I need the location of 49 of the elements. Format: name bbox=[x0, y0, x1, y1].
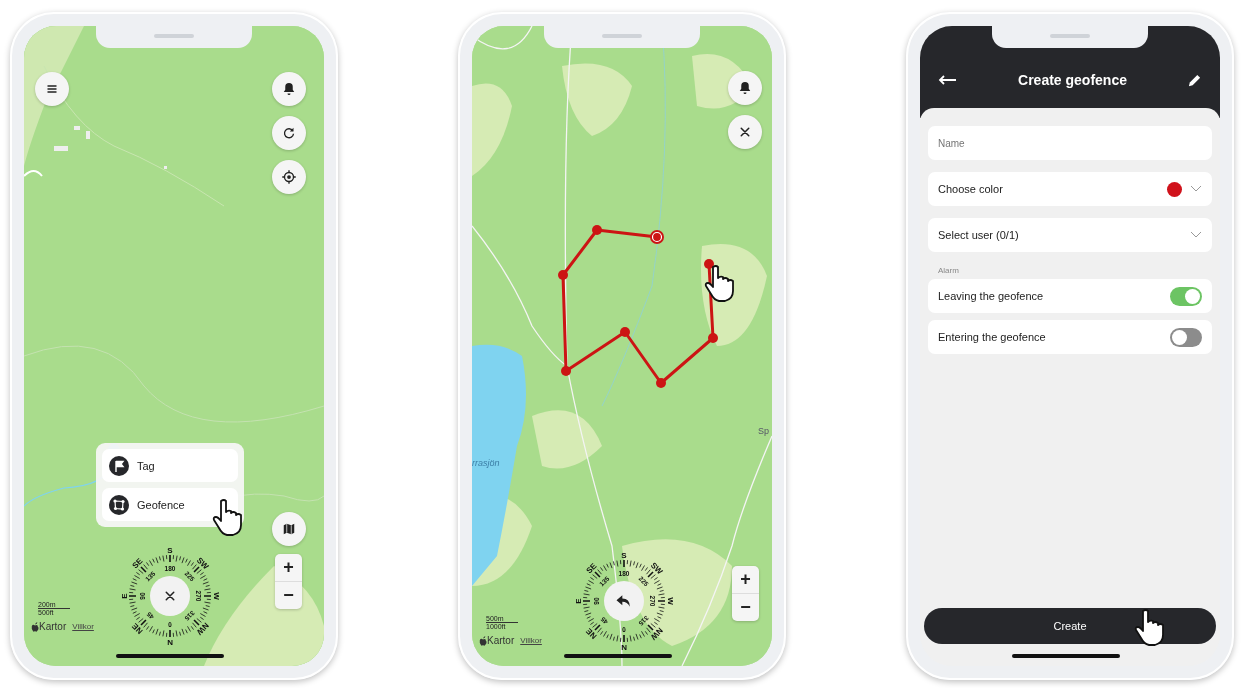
toggle-label: Leaving the geofence bbox=[938, 290, 1045, 302]
compass-direction: E bbox=[574, 598, 583, 604]
section-label: Alarm bbox=[938, 266, 960, 275]
toggle-switch[interactable] bbox=[1170, 286, 1202, 306]
menu-item[interactable]: Geofence bbox=[102, 488, 238, 521]
dropdown-field[interactable]: Choose color bbox=[928, 172, 1212, 206]
compass-direction: SW bbox=[194, 555, 211, 572]
compass-direction: W bbox=[665, 597, 674, 605]
compass-direction: E bbox=[120, 593, 129, 599]
apple-logo-icon bbox=[479, 635, 487, 646]
compass-direction: NW bbox=[648, 625, 665, 642]
hand-pointer-icon bbox=[1132, 608, 1166, 648]
place-label: rrasjön bbox=[472, 458, 500, 468]
toggle-label: Entering the geofence bbox=[938, 331, 1047, 343]
hand-pointer-icon bbox=[702, 264, 736, 304]
terms-link[interactable]: Villkor bbox=[520, 636, 542, 645]
polygon-icon bbox=[109, 494, 129, 515]
compass-direction: N bbox=[167, 637, 173, 646]
zoom-out-button[interactable]: − bbox=[732, 593, 759, 621]
compass-direction: SE bbox=[584, 561, 599, 576]
compass-direction: S bbox=[167, 546, 173, 555]
compass-direction: NW bbox=[194, 620, 211, 637]
compass-direction: N bbox=[621, 642, 627, 651]
screen-title: Create geofence bbox=[1018, 72, 1127, 88]
dropdown-field[interactable]: Select user (0/1) bbox=[928, 218, 1212, 252]
zoom-out-button[interactable]: − bbox=[275, 581, 302, 609]
map-brand: Kartor bbox=[31, 621, 67, 632]
terms-link[interactable]: Villkor bbox=[72, 622, 94, 631]
compass-direction: S bbox=[621, 551, 627, 560]
flag-icon bbox=[109, 455, 129, 476]
compass-direction: SE bbox=[130, 556, 145, 571]
map-brand: Kartor bbox=[479, 635, 515, 646]
zoom-in-button[interactable]: + bbox=[275, 554, 302, 581]
pencil-icon[interactable] bbox=[1187, 72, 1202, 88]
compass-direction: NE bbox=[130, 621, 145, 636]
place-label: Sp bbox=[758, 426, 769, 436]
crosshair-icon bbox=[280, 168, 298, 186]
chevron-down-icon bbox=[1190, 231, 1202, 239]
compass-direction: W bbox=[211, 592, 220, 600]
toggle-switch[interactable] bbox=[1170, 327, 1202, 347]
create-button[interactable]: Create bbox=[924, 608, 1216, 644]
zoom-in-button[interactable]: + bbox=[732, 566, 759, 593]
back-arrow-icon[interactable] bbox=[938, 74, 958, 86]
chevron-down-icon bbox=[1190, 185, 1202, 193]
compass-direction: NE bbox=[584, 626, 599, 641]
name-field[interactable]: Name bbox=[928, 126, 1212, 160]
compass-direction: SW bbox=[648, 560, 665, 577]
menu-item[interactable]: Tag bbox=[102, 449, 238, 482]
apple-logo-icon bbox=[31, 621, 39, 632]
